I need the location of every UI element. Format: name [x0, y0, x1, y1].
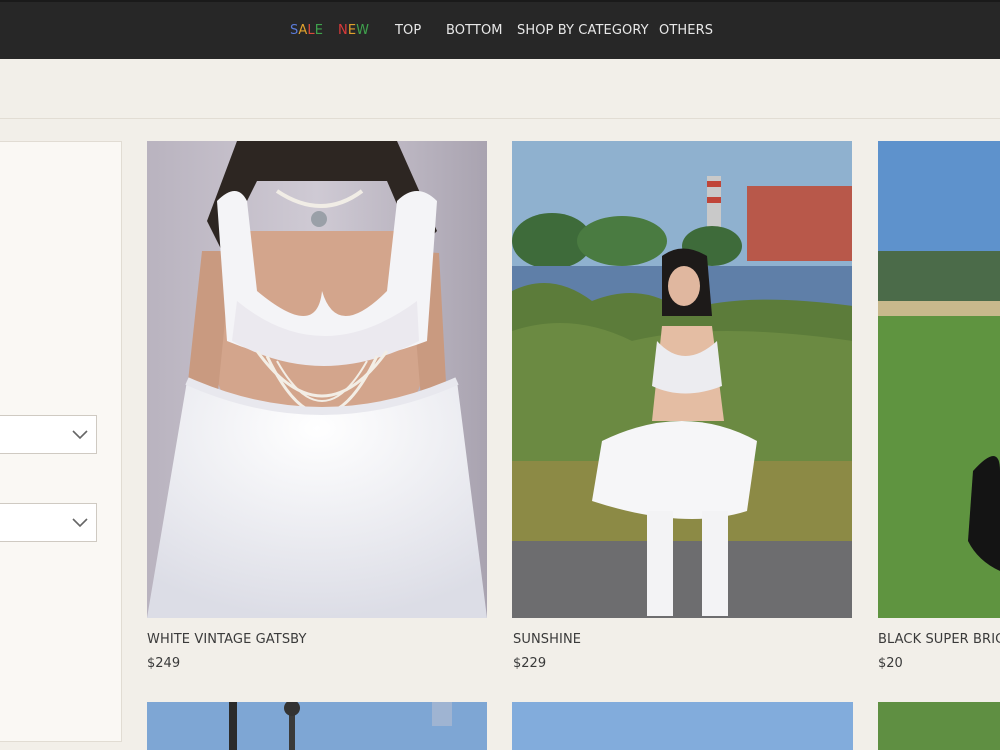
product-name[interactable]: WHITE VINTAGE GATSBY: [147, 632, 307, 647]
new-letter: E: [347, 23, 357, 38]
product-image-row2-3[interactable]: [878, 702, 1000, 750]
new-letter: W: [356, 23, 370, 38]
nav-shop-by-category-link[interactable]: SHOP BY CATEGORY: [517, 23, 649, 38]
product-price: $20: [878, 656, 903, 671]
sub-header-bar: [0, 59, 1000, 119]
product-price: $249: [147, 656, 181, 671]
product-image-black-super-brig[interactable]: [878, 141, 1000, 618]
nav-sale-link[interactable]: SALE: [290, 23, 323, 38]
sale-letter: E: [314, 23, 324, 38]
product-name[interactable]: SUNSHINE: [513, 632, 581, 647]
nav-bottom-link[interactable]: BOTTOM: [446, 23, 503, 38]
sale-letter: S: [290, 23, 299, 38]
chevron-down-icon: [72, 518, 88, 528]
product-name[interactable]: BLACK SUPER BRIG: [878, 632, 1000, 647]
product-price: $229: [513, 656, 547, 671]
sale-letter: L: [307, 23, 315, 38]
product-image-white-vintage-gatsby[interactable]: [147, 141, 487, 618]
product-image-row2-2[interactable]: [512, 702, 853, 750]
product-image-sunshine[interactable]: [512, 141, 852, 618]
sale-letter: A: [298, 23, 308, 38]
nav-top-link[interactable]: TOP: [395, 23, 421, 38]
new-letter: N: [338, 23, 348, 38]
nav-others-link[interactable]: OTHERS: [659, 23, 713, 38]
filter-select-1[interactable]: [0, 415, 97, 454]
product-image-row2-1[interactable]: [147, 702, 487, 750]
filter-sidebar: [0, 141, 122, 742]
filter-select-2[interactable]: [0, 503, 97, 542]
top-navigation-bar: SALE NEW TOP BOTTOM SHOP BY CATEGORY OTH…: [0, 0, 1000, 59]
nav-new-link[interactable]: NEW: [338, 23, 369, 38]
chevron-down-icon: [72, 430, 88, 440]
